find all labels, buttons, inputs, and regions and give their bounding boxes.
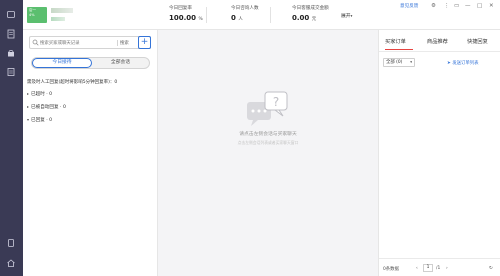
group-label: 已超时 · 0: [31, 92, 53, 97]
stat-reply-rate: 今日回复率 100.00 %: [169, 5, 203, 22]
shop-name-blurred: [51, 8, 73, 13]
minimize-icon[interactable]: —: [465, 3, 471, 9]
add-button[interactable]: +: [138, 36, 151, 49]
order-filter-select[interactable]: 全部 (0) ▾: [383, 58, 415, 67]
order-panel: 买家订单 商品推荐 快捷回复 全部 (0) ▾ ➤ 发送订单列表 0条数据 ‹ …: [378, 30, 500, 276]
close-icon[interactable]: ✕: [489, 3, 494, 9]
home-icon[interactable]: [6, 258, 16, 268]
conversation-panel: 搜索 + 今日接待 全部会话 需及时人工回复(超时将影响5分钟回复率)：0 ▸已…: [23, 30, 158, 276]
stat-value: 0 人: [231, 14, 259, 22]
consult-count-value: 0: [231, 14, 236, 22]
divider: [117, 40, 118, 46]
pagination-bar: 0条数据 ‹ 1 /1 › ↻: [379, 258, 500, 276]
search-button[interactable]: 搜索: [120, 40, 129, 46]
tab-quick-reply[interactable]: 快捷回复: [467, 38, 488, 45]
stat-label: 今日客服成交金额: [292, 6, 329, 11]
gear-icon[interactable]: ⚙: [431, 3, 436, 9]
expand-toggle[interactable]: 展开▾: [341, 12, 352, 19]
feedback-link[interactable]: 意见反馈: [400, 3, 418, 9]
phone-icon[interactable]: [6, 238, 16, 248]
send-order-list-label: 发送订单列表: [452, 61, 479, 66]
group-replied[interactable]: ▾ 已回复 · 0: [27, 117, 52, 123]
tab-today-reception[interactable]: 今日接待: [32, 58, 92, 68]
page-total: /1: [436, 266, 441, 271]
sidebar: [0, 0, 23, 276]
chat-bubble-icon: ?: [247, 91, 288, 126]
send-icon: ➤: [447, 61, 451, 66]
empty-state-title: 请点击左侧会话与买家聊天: [239, 132, 297, 137]
list-icon[interactable]: [6, 67, 16, 77]
conversation-tabs: 今日接待 全部会话: [31, 57, 150, 69]
stat-value: 100.00 %: [169, 14, 203, 22]
consult-count-unit: 人: [238, 17, 243, 22]
document-icon[interactable]: [6, 29, 16, 39]
shop-avatar[interactable]: 店一 4%: [27, 7, 47, 23]
divider: [379, 51, 500, 52]
send-order-list-link[interactable]: ➤ 发送订单列表: [447, 60, 479, 66]
maximize-icon[interactable]: □: [477, 3, 482, 9]
folder-icon[interactable]: ▭: [454, 3, 459, 9]
sales-amount-unit: 元: [311, 17, 317, 22]
sales-amount-value: 0.00: [292, 14, 310, 22]
group-auto-replied[interactable]: ▸ 已被自动回复 · 0: [27, 104, 66, 110]
reply-rate-unit: %: [198, 17, 203, 22]
top-bar: 店一 4% 今日回复率 100.00 % 今日咨询人数 0 人 今日客服成交金额…: [23, 0, 500, 30]
empty-state-subtitle: 点击左侧会话列表或者买家聊天窗口: [237, 140, 299, 145]
caret-right-icon: ▸: [27, 91, 30, 96]
group-overdue[interactable]: ▸ 已超时 · 0: [27, 91, 52, 97]
active-tab-indicator: [385, 49, 413, 50]
divider: [270, 7, 271, 23]
chevron-down-icon: ▾: [350, 14, 353, 18]
next-page-icon[interactable]: ›: [446, 266, 448, 271]
pending-reply-heading: 需及时人工回复(超时将影响5分钟回复率)：0: [27, 80, 118, 85]
page-input[interactable]: 1: [423, 264, 433, 272]
stat-sales-amount: 今日客服成交金额 0.00 元: [292, 5, 329, 22]
record-count: 0条数据: [383, 267, 399, 272]
search-input[interactable]: [40, 39, 116, 47]
more-icon[interactable]: ⋮: [444, 3, 450, 9]
filter-value: 全部 (0): [386, 60, 403, 65]
caret-down-icon: ▾: [27, 117, 30, 122]
stat-consult-count: 今日咨询人数 0 人: [231, 5, 259, 22]
expand-label: 展开: [341, 14, 351, 19]
shop-id-blurred: [51, 17, 65, 21]
caret-right-icon: ▸: [27, 104, 30, 109]
chevron-down-icon: ▾: [410, 60, 412, 64]
stat-value: 0.00 元: [292, 14, 329, 22]
divider: [206, 7, 207, 23]
tab-product-recommend[interactable]: 商品推荐: [427, 38, 448, 45]
search-box[interactable]: 搜索: [29, 36, 151, 49]
svg-text:?: ?: [273, 95, 279, 109]
tab-buyer-orders[interactable]: 买家订单: [385, 38, 406, 45]
reply-rate-value: 100.00: [169, 14, 197, 22]
prev-page-icon[interactable]: ‹: [416, 266, 418, 271]
refresh-icon[interactable]: ↻: [489, 266, 493, 271]
tab-all-sessions[interactable]: 全部会话: [92, 58, 149, 68]
search-icon: [32, 39, 39, 48]
chat-icon[interactable]: [6, 10, 16, 20]
stat-label: 今日回复率: [169, 6, 192, 11]
stat-label: 今日咨询人数: [231, 6, 259, 11]
chat-area: ? 请点击左侧会话与买家聊天 点击左侧会话列表或者买家聊天窗口: [158, 30, 378, 276]
group-label: 已被自动回复 · 0: [31, 105, 66, 110]
group-label: 已回复 · 0: [31, 118, 53, 123]
shop-icon[interactable]: [6, 48, 16, 58]
